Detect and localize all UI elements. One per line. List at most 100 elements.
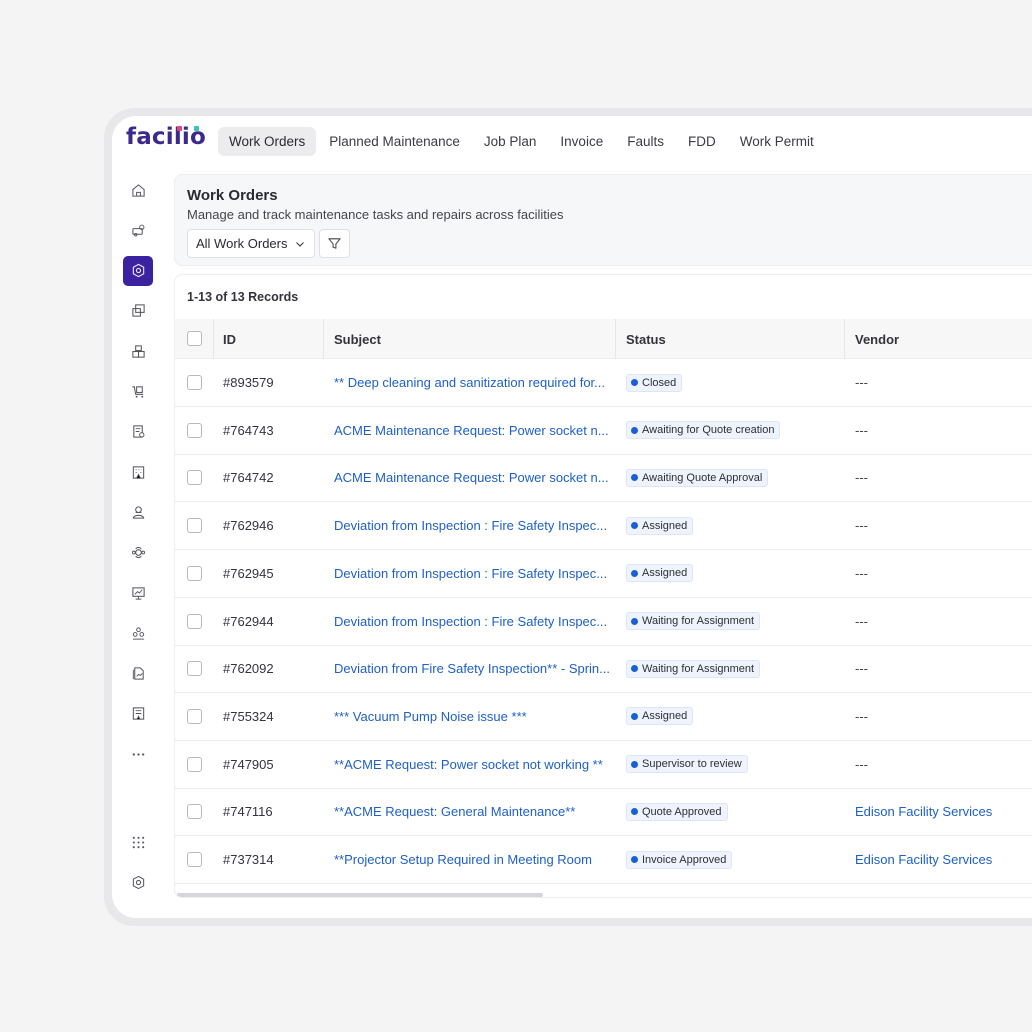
work-order-subject-link[interactable]: Deviation from Inspection : Fire Safety … — [334, 502, 607, 549]
work-order-subject-link[interactable]: **Projector Setup Required in Meeting Ro… — [334, 836, 592, 883]
work-order-subject-link[interactable]: ACME Maintenance Request: Power socket n… — [334, 407, 609, 454]
vendor-link[interactable]: Edison Facility Services — [855, 836, 992, 883]
sidebar-item-building[interactable] — [123, 457, 153, 487]
status-label: Awaiting for Quote creation — [642, 424, 774, 436]
work-order-subject-link[interactable]: **ACME Request: General Maintenance** — [334, 788, 575, 835]
select-all-checkbox[interactable] — [187, 331, 202, 346]
tab-planned-maintenance[interactable]: Planned Maintenance — [318, 127, 471, 156]
row-checkbox[interactable] — [187, 661, 202, 676]
column-header-id[interactable]: ID — [223, 319, 236, 359]
table-row[interactable]: #747116**ACME Request: General Maintenan… — [175, 788, 1032, 836]
work-order-subject-link[interactable]: Deviation from Inspection : Fire Safety … — [334, 550, 607, 597]
sidebar-item-truck-settings[interactable] — [123, 215, 153, 245]
table-row[interactable]: #762944 Deviation from Inspection : Fire … — [175, 598, 1032, 646]
status-cell: Supervisor to review — [626, 741, 748, 788]
tab-invoice[interactable]: Invoice — [549, 127, 614, 156]
row-checkbox[interactable] — [187, 709, 202, 724]
module-tabs: Work OrdersPlanned MaintenanceJob PlanIn… — [218, 127, 827, 156]
table-row[interactable]: #762945Deviation from Inspection : Fire … — [175, 550, 1032, 598]
tab-job-plan[interactable]: Job Plan — [473, 127, 548, 156]
status-badge: Assigned — [626, 564, 693, 582]
status-dot-icon — [631, 665, 638, 672]
work-order-id: #764742 — [223, 454, 274, 501]
status-label: Assigned — [642, 710, 687, 722]
vendor-empty: --- — [855, 502, 868, 549]
sidebar-item-more[interactable] — [123, 739, 153, 769]
status-badge: Quote Approved — [626, 803, 728, 821]
sidebar-item-site-building[interactable] — [123, 699, 153, 729]
sidebar-item-purchase-cart[interactable] — [123, 377, 153, 407]
row-checkbox[interactable] — [187, 852, 202, 867]
work-order-subject-link[interactable]: Deviation from Inspection : Fire Safety … — [334, 598, 607, 645]
work-order-subject-link[interactable]: ** Deep cleaning and sanitization requir… — [334, 359, 605, 406]
work-order-subject-link[interactable]: ACME Maintenance Request: Power socket n… — [334, 454, 609, 501]
table-row[interactable]: #762092Deviation from Fire Safety Inspec… — [175, 645, 1032, 693]
row-checkbox[interactable] — [187, 518, 202, 533]
inventory-boxes-icon — [131, 344, 146, 359]
top-navigation-bar: facilio Work OrdersPlanned MaintenanceJo… — [112, 116, 1032, 168]
status-cell: Awaiting Quote Approval — [626, 454, 768, 501]
sidebar-item-report-document[interactable] — [123, 659, 153, 689]
status-label: Supervisor to review — [642, 758, 742, 770]
sidebar-item-settings[interactable] — [123, 867, 153, 897]
vendor-network-icon — [131, 545, 146, 560]
row-checkbox[interactable] — [187, 804, 202, 819]
sidebar-item-vendor-network[interactable] — [123, 538, 153, 568]
sidebar-item-request-documents[interactable] — [123, 296, 153, 326]
work-order-subject-link[interactable]: Deviation from Fire Safety Inspection** … — [334, 645, 610, 692]
work-order-subject-link[interactable]: *** Vacuum Pump Noise issue *** — [334, 693, 527, 740]
horizontal-scrollbar[interactable] — [177, 893, 543, 897]
row-checkbox[interactable] — [187, 470, 202, 485]
sidebar-item-home[interactable] — [123, 175, 153, 205]
chevron-down-icon — [294, 238, 306, 250]
sidebar-item-maintenance-gear[interactable] — [123, 256, 153, 286]
home-icon — [131, 183, 146, 198]
row-checkbox[interactable] — [187, 423, 202, 438]
tab-faults[interactable]: Faults — [616, 127, 675, 156]
vendor-empty: --- — [855, 454, 868, 501]
status-dot-icon — [631, 618, 638, 625]
column-header-vendor[interactable]: Vendor — [855, 319, 899, 359]
status-cell: Assigned — [626, 502, 693, 549]
status-dot-icon — [631, 761, 638, 768]
table-row[interactable]: #893579** Deep cleaning and sanitization… — [175, 359, 1032, 407]
app-window: facilio Work OrdersPlanned MaintenanceJo… — [112, 116, 1032, 918]
sidebar-item-tenants[interactable] — [123, 618, 153, 648]
vendor-empty: --- — [855, 407, 868, 454]
table-row[interactable]: #747905**ACME Request: Power socket not … — [175, 741, 1032, 789]
sidebar-item-people[interactable] — [123, 497, 153, 527]
view-selector-dropdown[interactable]: All Work Orders — [187, 229, 315, 258]
status-badge: Closed — [626, 374, 682, 392]
table-row[interactable]: #755324*** Vacuum Pump Noise issue ***As… — [175, 693, 1032, 741]
sidebar-item-contract-document[interactable] — [123, 417, 153, 447]
table-row[interactable]: #737314 **Projector Setup Required in Mee… — [175, 836, 1032, 884]
tab-work-orders[interactable]: Work Orders — [218, 127, 316, 156]
people-icon — [131, 505, 146, 520]
column-header-status[interactable]: Status — [626, 319, 666, 359]
table-row[interactable]: #764742 ACME Maintenance Request: Power s… — [175, 454, 1032, 502]
tab-work-permit[interactable]: Work Permit — [729, 127, 825, 156]
status-dot-icon — [631, 713, 638, 720]
page-title: Work Orders — [187, 187, 278, 204]
row-checkbox[interactable] — [187, 757, 202, 772]
column-header-subject[interactable]: Subject — [334, 319, 381, 359]
table-row[interactable]: #762946Deviation from Inspection : Fire … — [175, 502, 1032, 550]
sidebar-item-analytics-monitor[interactable] — [123, 578, 153, 608]
table-row[interactable]: #764743ACME Maintenance Request: Power s… — [175, 407, 1032, 455]
tab-fdd[interactable]: FDD — [677, 127, 727, 156]
filter-button[interactable] — [319, 229, 350, 258]
tenants-icon — [131, 626, 146, 641]
sidebar-item-inventory-boxes[interactable] — [123, 336, 153, 366]
facilio-logo[interactable]: facilio — [126, 124, 206, 150]
row-checkbox[interactable] — [187, 375, 202, 390]
status-label: Assigned — [642, 520, 687, 532]
status-label: Closed — [642, 377, 676, 389]
vendor-link[interactable]: Edison Facility Services — [855, 788, 992, 835]
work-order-id: #737314 — [223, 836, 274, 883]
row-checkbox[interactable] — [187, 566, 202, 581]
work-order-subject-link[interactable]: **ACME Request: Power socket not working… — [334, 741, 603, 788]
row-checkbox[interactable] — [187, 614, 202, 629]
status-label: Quote Approved — [642, 806, 722, 818]
sidebar-item-apps-grid[interactable] — [123, 827, 153, 857]
work-order-id: #762944 — [223, 598, 274, 645]
